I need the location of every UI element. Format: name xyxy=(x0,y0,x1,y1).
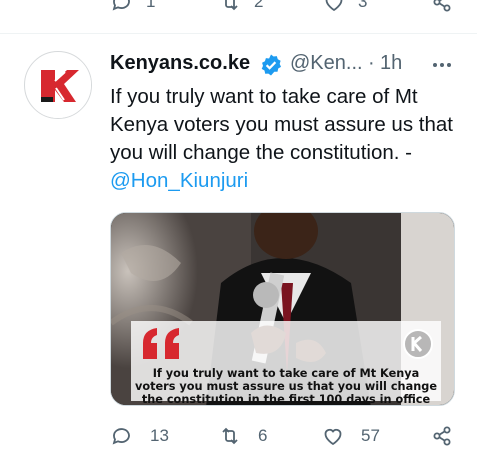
tweet-body: If you truly want to take care of Mt Ken… xyxy=(110,85,453,164)
author-avatar[interactable] xyxy=(24,51,92,119)
prev-reply-count: 1 xyxy=(146,0,156,11)
header-separator: · xyxy=(368,52,375,74)
quote-overlay: If you truly want to take care of Mt Ken… xyxy=(131,321,441,405)
mention-link[interactable]: @Hon_Kiunjuri xyxy=(110,169,248,192)
retweet-icon xyxy=(225,0,238,11)
tweet-text: If you truly want to take care of Mt Ken… xyxy=(110,83,455,195)
author-name[interactable]: Kenyans.co.ke xyxy=(110,52,250,75)
like-icon xyxy=(325,0,343,12)
retweet-icon xyxy=(222,427,238,445)
author-handle[interactable]: @Ken... xyxy=(290,52,363,75)
retweet-count: 6 xyxy=(258,426,268,445)
prev-reply-button[interactable]: 1 xyxy=(110,0,155,14)
like-count: 57 xyxy=(361,426,380,445)
kenyans-watermark-logo xyxy=(403,329,433,359)
verified-badge-icon xyxy=(261,54,281,76)
share-icon xyxy=(433,426,451,446)
quote-marks-icon xyxy=(143,328,179,359)
reply-count: 13 xyxy=(150,426,169,445)
quote-text: If you truly want to take care of Mt Ken… xyxy=(135,367,438,406)
retweet-button[interactable]: 6 xyxy=(218,424,267,448)
share-button[interactable] xyxy=(430,424,454,448)
like-button[interactable]: 57 xyxy=(321,424,380,448)
share-icon xyxy=(433,0,451,12)
prev-retweet-button[interactable]: 2 xyxy=(218,0,263,14)
tweet-media-image[interactable]: If you truly want to take care of Mt Ken… xyxy=(110,212,455,406)
like-icon xyxy=(324,428,342,446)
prev-share-button[interactable] xyxy=(430,0,454,14)
prev-retweet-count: 2 xyxy=(254,0,264,11)
reply-icon xyxy=(112,428,130,445)
reply-button[interactable]: 13 xyxy=(110,424,169,448)
previous-tweet-actions: 1 2 3 xyxy=(0,0,477,16)
tweet-timestamp[interactable]: 1h xyxy=(380,52,402,75)
tweet-divider xyxy=(0,33,477,34)
prev-like-button[interactable]: 3 xyxy=(322,0,367,14)
prev-like-count: 3 xyxy=(358,0,368,11)
more-icon[interactable] xyxy=(430,56,454,80)
kenyans-logo-icon xyxy=(26,53,91,118)
tweet-actions: 13 6 57 xyxy=(110,424,460,452)
tweet-header: Kenyans.co.ke @Ken... · 1h xyxy=(110,52,460,78)
reply-icon xyxy=(112,0,130,11)
